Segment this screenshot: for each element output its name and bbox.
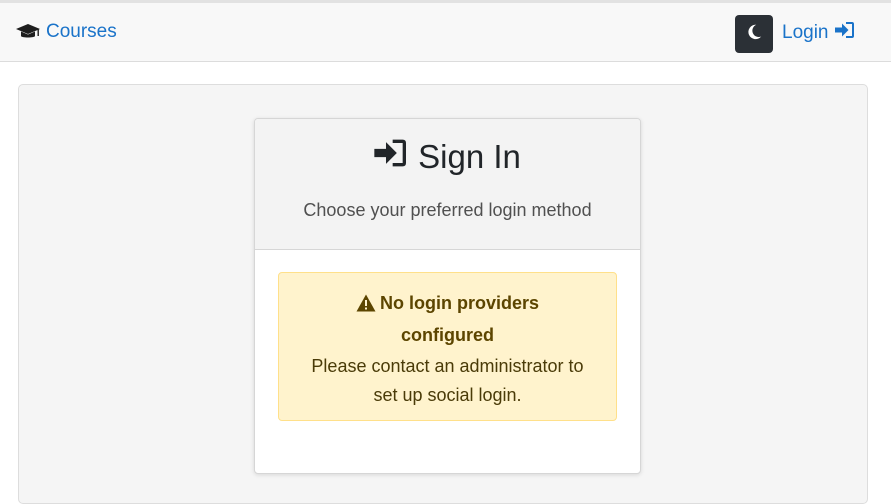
- sign-in-icon: [834, 21, 855, 45]
- login-link[interactable]: Login: [782, 21, 855, 45]
- signin-title: Sign In: [418, 138, 521, 175]
- brand-label: Courses: [46, 21, 117, 42]
- warning-icon: [356, 292, 376, 321]
- login-label: Login: [782, 22, 829, 43]
- signin-card-header: Sign In Choose your preferred login meth…: [255, 119, 640, 250]
- brand-link[interactable]: Courses: [16, 21, 117, 43]
- navbar: Courses Login: [0, 0, 891, 62]
- theme-toggle-button[interactable]: [735, 15, 773, 53]
- alert-body: Please contact an administrator to set u…: [311, 356, 584, 405]
- page-title: Sign In: [255, 119, 640, 176]
- alert-heading: No login providers configured: [333, 289, 563, 350]
- no-providers-alert: No login providers configured Please con…: [278, 272, 617, 421]
- moon-icon: [745, 23, 763, 46]
- signin-card: Sign In Choose your preferred login meth…: [254, 118, 641, 474]
- sign-in-icon: [374, 138, 408, 176]
- signin-subtitle: Choose your preferred login method: [303, 200, 592, 220]
- alert-heading-text: No login providers configured: [379, 293, 539, 345]
- graduation-cap-icon: [16, 23, 40, 41]
